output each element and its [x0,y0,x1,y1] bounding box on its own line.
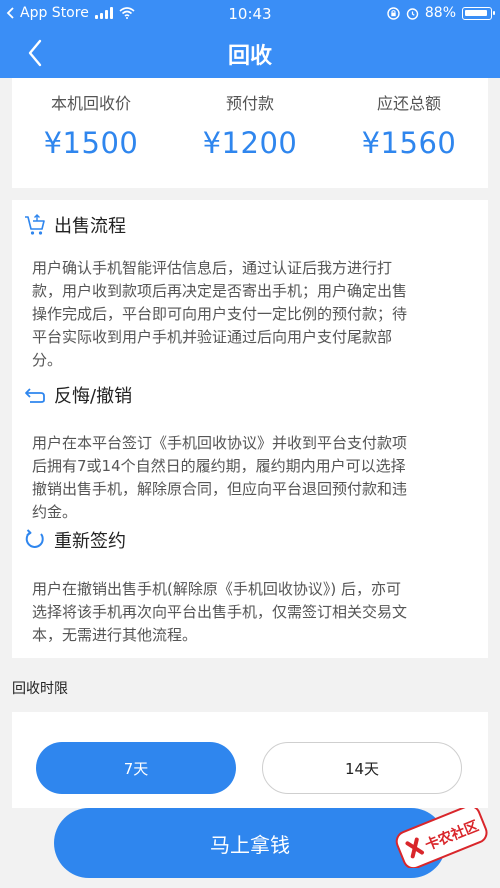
get-money-button[interactable]: 马上拿钱 [54,808,446,878]
section-title: 反悔/撤销 [54,386,133,407]
section-line: 选择将该手机再次向平台出售手机，仅需签订相关交易文 [32,603,408,621]
section-line: 用户确认手机智能评估信息后，通过认证后我方进行打 [32,259,393,277]
section-line: 本，无需进行其他流程。 [32,626,198,644]
limit-option-7-days[interactable]: 7天 [36,742,236,794]
limit-option-14-days[interactable]: 14天 [262,742,462,794]
section-line: 约金。 [32,503,78,521]
price-label: 应还总额 [376,94,441,113]
limit-label: 回收时限 [12,681,68,697]
rotation-lock-icon [387,6,400,20]
section-sale-process-header: 出售流程 [24,212,126,238]
price-summary-card: 本机回收价 ¥1500 预付款 ¥1200 应还总额 ¥1560 [12,78,488,188]
section-line: 撤销出售手机，解除原合同，但应向平台退回预付款和违 [32,480,408,498]
price-label: 本机回收价 [50,94,131,113]
section-line: 后拥有7或14个自然日的履约期，履约期内用户可以选择 [32,457,406,475]
section-title: 重新签约 [54,531,126,552]
watermark-logo: 卡农社区 [395,808,488,868]
price-value: ¥1560 [361,126,457,160]
top-bar: App Store 10:43 88% 回收 [0,0,500,78]
page-title: 回收 [227,44,272,69]
battery-icon [462,6,495,20]
section-line: 分。 [32,351,63,369]
section-line: 用户在撤销出售手机(解除原《手机回收协议》) 后，亦可 [32,580,401,598]
section-line: 平台实际收到用户手机并验证通过后向用户支付尾款部 [32,328,393,346]
price-value: ¥1200 [202,126,298,160]
section-line: 用户在本平台签订《手机回收协议》并收到平台支付款项 [32,434,408,452]
price-total-due: 应还总额 ¥1560 [330,90,488,160]
limit-options-card: 7天 14天 [12,712,488,808]
section-revoke-header: 反悔/撤销 [24,382,132,408]
price-label: 预付款 [225,94,274,113]
status-bar: App Store 10:43 88% [0,0,500,28]
battery-percent: 88% [424,5,456,21]
cart-icon [25,214,45,235]
section-resign-text: 用户在撤销出售手机(解除原《手机回收协议》) 后，亦可 选择将该手机再次向平台出… [32,578,472,647]
section-line: 款，用户收到款项后再决定是否寄出手机；用户确定出售 [32,282,408,300]
process-info-card: 出售流程 用户确认手机智能评估信息后，通过认证后我方进行打 款，用户收到款项后再… [12,200,488,658]
refresh-icon [25,529,44,548]
price-value: ¥1500 [43,126,139,160]
undo-icon [25,388,45,403]
price-recycle: 本机回收价 ¥1500 [12,90,170,160]
section-line: 操作完成后，平台即可向用户支付一定比例的预付款；待 [32,305,408,323]
nav-bar: 回收 [0,28,500,78]
price-prepaid: 预付款 ¥1200 [171,90,329,160]
alarm-icon [406,7,419,20]
section-title: 出售流程 [54,216,126,237]
section-revoke-text: 用户在本平台签订《手机回收协议》并收到平台支付款项 后拥有7或14个自然日的履约… [32,432,472,524]
section-sale-process-text: 用户确认手机智能评估信息后，通过认证后我方进行打 款，用户收到款项后再决定是否寄… [32,257,472,372]
section-resign-header: 重新签约 [24,527,126,553]
